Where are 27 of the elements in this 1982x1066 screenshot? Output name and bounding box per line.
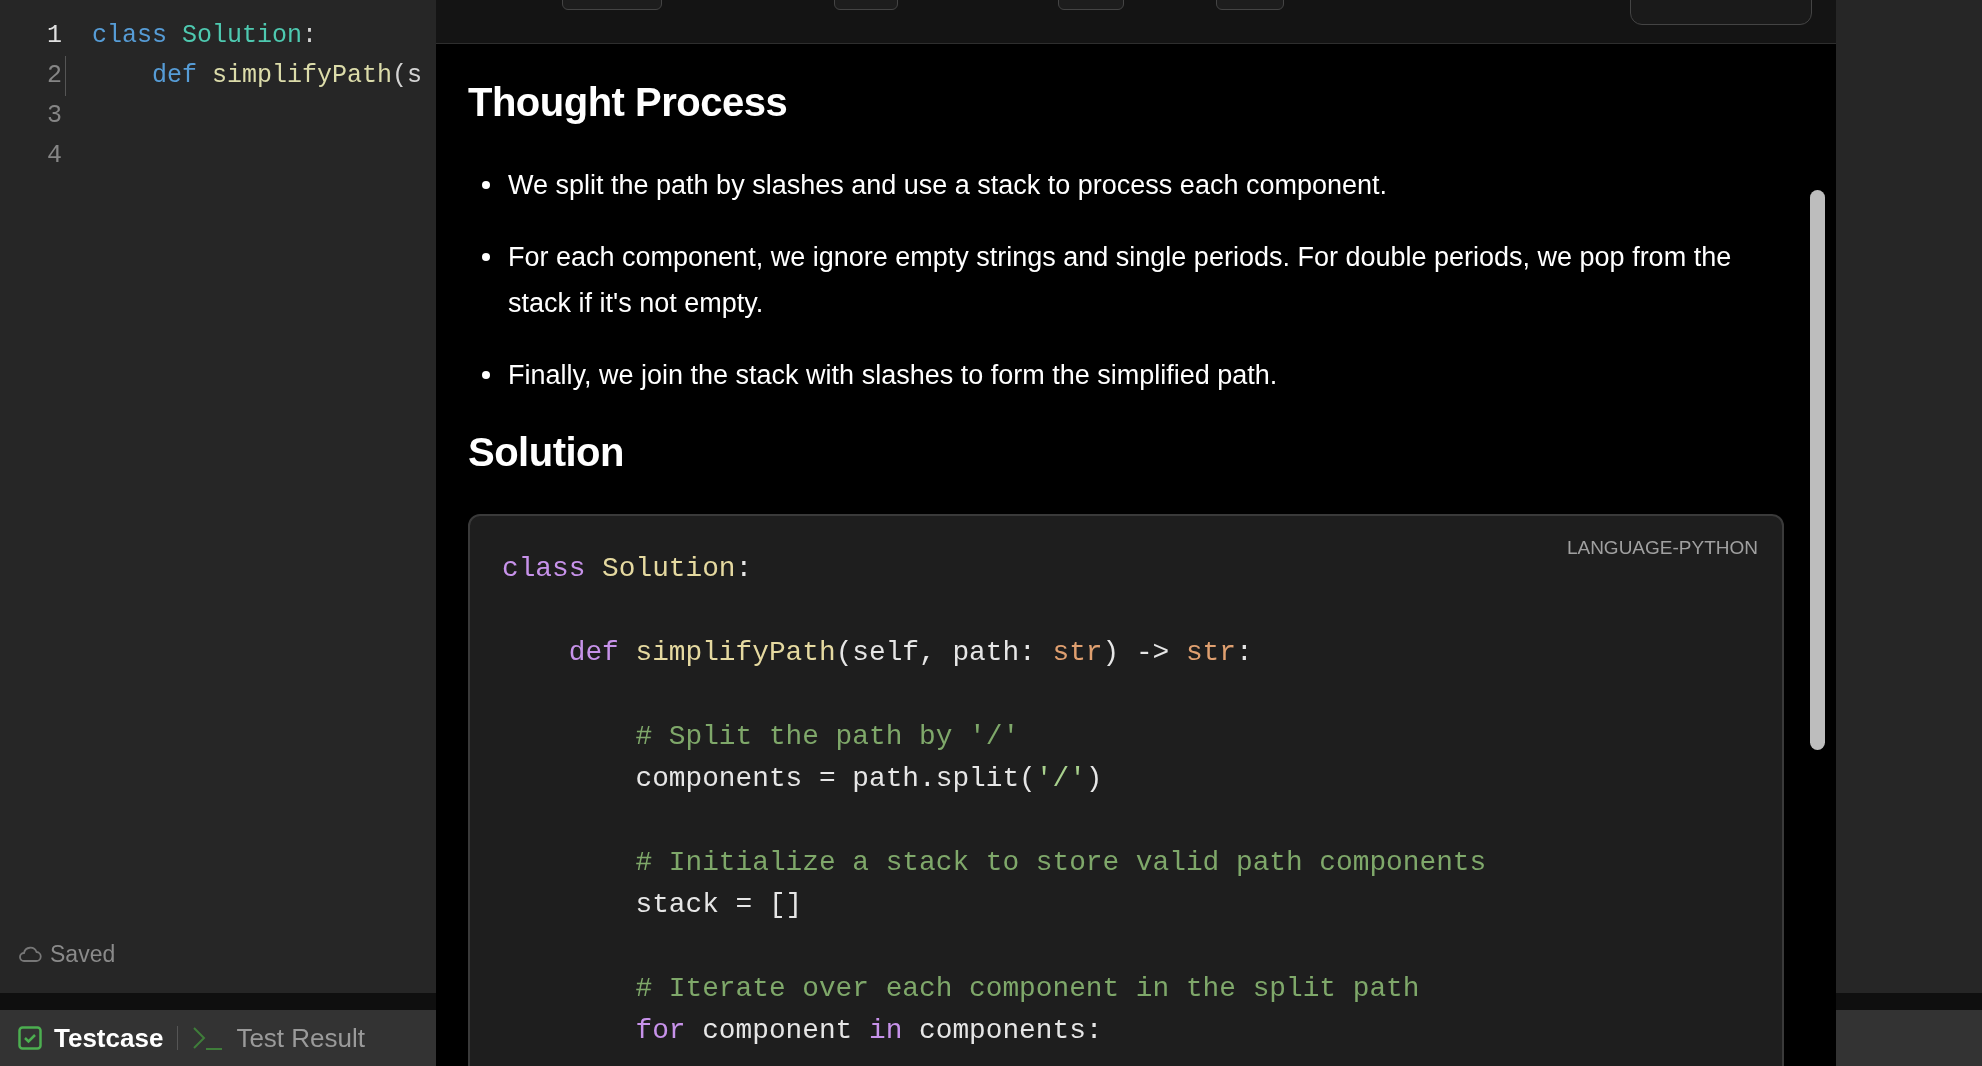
bullet-text: We split the path by slashes and use a stack to process each component.: [508, 169, 1387, 202]
bullet-text: Finally, we join the stack with slashes to form the simplified path.: [508, 359, 1278, 392]
line-number: 3: [46, 100, 63, 133]
code-line: def simplifyPath(s: [151, 60, 423, 93]
cloud-icon: [18, 944, 42, 963]
code-line: for component in components:: [634, 1014, 1103, 1048]
language-label: LANGUAGE-PYTHON: [1566, 536, 1758, 560]
line-number: 1: [46, 20, 63, 53]
checkbox-icon: [18, 1026, 42, 1050]
code-line: components = path.split('/'): [634, 762, 1103, 796]
saved-status: Saved: [50, 939, 116, 969]
panel-tab[interactable]: Test Result: [192, 1018, 365, 1058]
code-line: # Split the path by '/': [634, 720, 1020, 754]
code-line: stack = []: [634, 888, 803, 922]
panel-tab[interactable]: Testcase: [18, 1018, 164, 1058]
code-line: # Iterate over each component in the split path: [634, 972, 1420, 1006]
code-line: class Solution:: [502, 552, 753, 586]
bullet-text: For each component, we ignore empty strings and single periods. For double periods, we pop from the stack if it's not empty.: [508, 241, 1733, 320]
code-line: # Initialize a stack to store valid path components: [634, 846, 1487, 880]
line-number: 2: [46, 60, 63, 93]
code-line: class Solution:: [92, 20, 318, 53]
line-number: 4: [46, 140, 63, 173]
terminal-icon: [192, 1025, 225, 1051]
section-heading: Thought Process: [468, 79, 789, 126]
scrollbar-thumb[interactable]: [1810, 190, 1825, 750]
code-line: def simplifyPath(self, path: str) -> str:: [567, 636, 1253, 670]
section-heading: Solution: [468, 429, 625, 476]
